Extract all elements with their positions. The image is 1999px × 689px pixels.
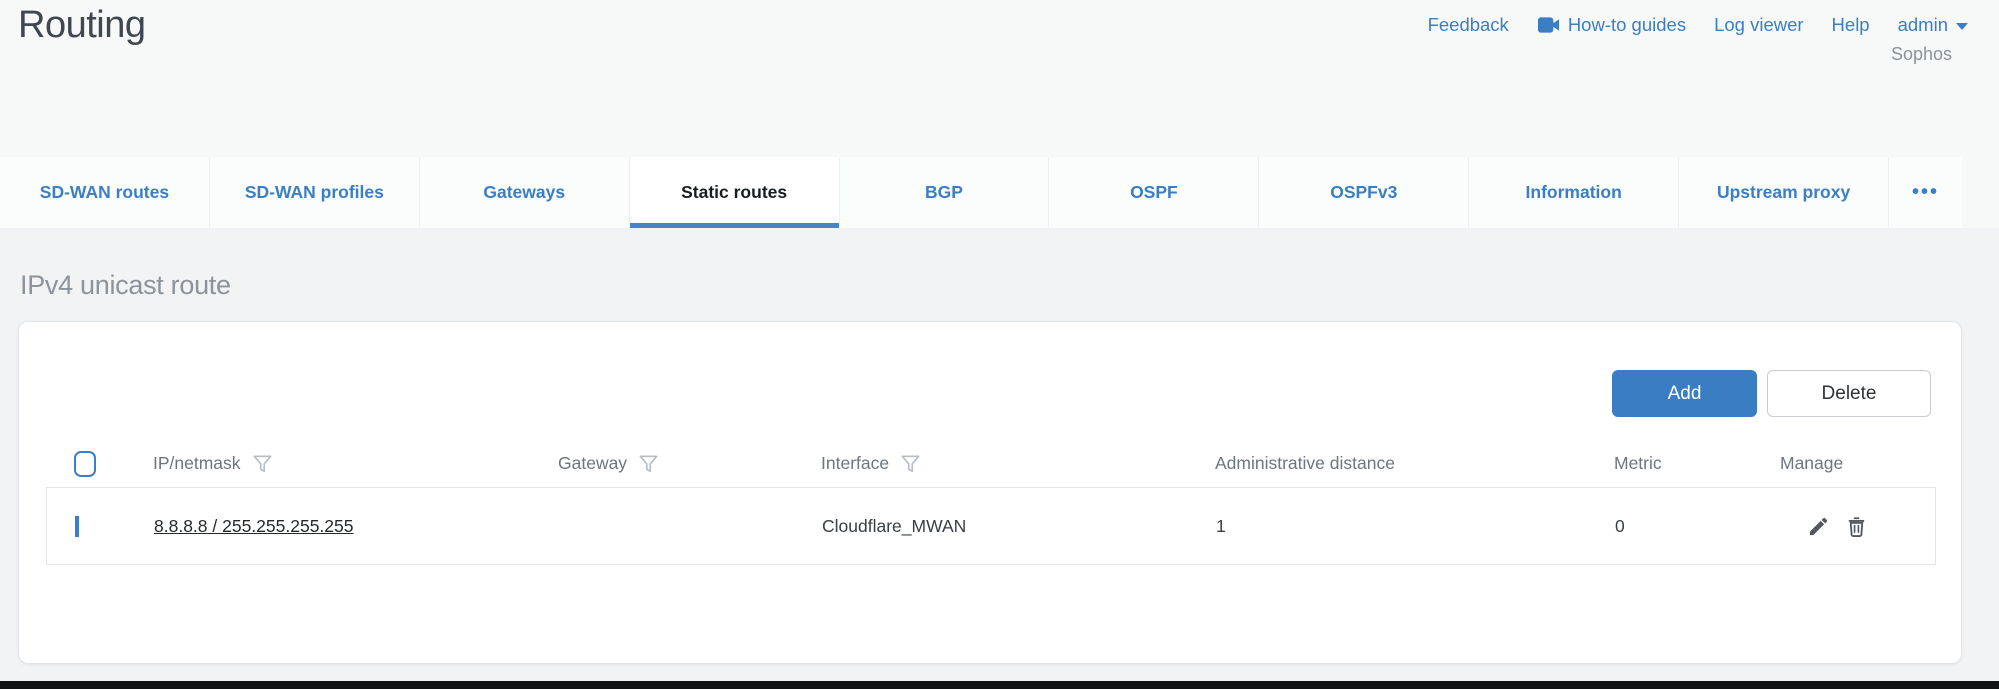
column-label: Interface [821, 453, 889, 474]
window-bottom-edge [0, 681, 1999, 689]
tab-static-routes[interactable]: Static routes [629, 157, 839, 228]
table-actions: Add Delete [19, 322, 1961, 417]
tab-bgp[interactable]: BGP [839, 157, 1049, 228]
metric-cell: 0 [1615, 516, 1781, 537]
delete-button[interactable]: Delete [1767, 370, 1931, 417]
select-all-checkbox[interactable] [74, 451, 96, 477]
top-nav: Feedback How-to guides Log viewer Help a… [1428, 14, 1968, 36]
tab-upstream-proxy[interactable]: Upstream proxy [1678, 157, 1888, 228]
video-camera-icon [1537, 16, 1560, 34]
page-header: Routing Feedback How-to guides Log viewe… [0, 0, 1999, 157]
column-metric: Metric [1614, 453, 1780, 474]
tab-sd-wan-profiles[interactable]: SD-WAN profiles [209, 157, 419, 228]
log-viewer-link[interactable]: Log viewer [1714, 14, 1803, 36]
delete-trash-icon[interactable] [1845, 515, 1868, 538]
interface-cell: Cloudflare_MWAN [822, 516, 1216, 537]
route-link[interactable]: 8.8.8.8 / 255.255.255.255 [154, 516, 353, 536]
more-tabs-icon[interactable]: ••• [1888, 157, 1962, 228]
caret-down-icon [1956, 23, 1968, 30]
column-label: Administrative distance [1215, 453, 1395, 474]
filter-icon[interactable] [637, 452, 660, 476]
column-label: IP/netmask [153, 453, 241, 474]
user-menu-label: admin [1898, 14, 1948, 36]
column-interface: Interface [821, 452, 1215, 476]
tab-information[interactable]: Information [1468, 157, 1678, 228]
ip-netmask-cell: 8.8.8.8 / 255.255.255.255 [154, 516, 559, 537]
table-header-row: IP/netmask Gateway Interface Administrat… [46, 440, 1936, 487]
table-row: 8.8.8.8 / 255.255.255.255 Cloudflare_MWA… [46, 487, 1936, 565]
howto-guides-link[interactable]: How-to guides [1537, 14, 1686, 36]
org-name: Sophos [1891, 44, 1952, 65]
column-administrative-distance: Administrative distance [1215, 453, 1614, 474]
column-gateway: Gateway [558, 452, 821, 476]
edit-pencil-icon[interactable] [1807, 515, 1830, 538]
column-manage: Manage [1780, 453, 1936, 474]
filter-icon[interactable] [899, 452, 922, 476]
user-menu[interactable]: admin [1898, 14, 1968, 36]
tab-gateways[interactable]: Gateways [419, 157, 629, 228]
help-label: Help [1832, 14, 1870, 36]
tab-ospf[interactable]: OSPF [1048, 157, 1258, 228]
column-label: Metric [1614, 453, 1662, 474]
manage-cell [1781, 515, 1935, 538]
routing-tabbar: SD-WAN routes SD-WAN profiles Gateways S… [0, 157, 1962, 228]
help-link[interactable]: Help [1832, 14, 1870, 36]
tab-ospfv3[interactable]: OSPFv3 [1258, 157, 1468, 228]
column-label: Gateway [558, 453, 627, 474]
header-select-cell [46, 451, 153, 477]
filter-icon[interactable] [251, 452, 274, 476]
page-title: Routing [18, 4, 145, 47]
static-routes-card: Add Delete IP/netmask Gateway Interfac [18, 321, 1962, 664]
log-viewer-label: Log viewer [1714, 14, 1803, 36]
feedback-label: Feedback [1428, 14, 1509, 36]
row-select-cell [47, 516, 154, 537]
feedback-link[interactable]: Feedback [1428, 14, 1509, 36]
howto-guides-label: How-to guides [1568, 14, 1686, 36]
section-title: IPv4 unicast route [20, 270, 1999, 301]
tab-sd-wan-routes[interactable]: SD-WAN routes [0, 157, 209, 228]
main-content: IPv4 unicast route Add Delete IP/netmask… [0, 228, 1999, 689]
row-checkbox[interactable] [75, 516, 79, 537]
column-ip-netmask: IP/netmask [153, 452, 558, 476]
column-label: Manage [1780, 453, 1843, 474]
administrative-distance-cell: 1 [1216, 516, 1615, 537]
add-button[interactable]: Add [1612, 370, 1757, 417]
